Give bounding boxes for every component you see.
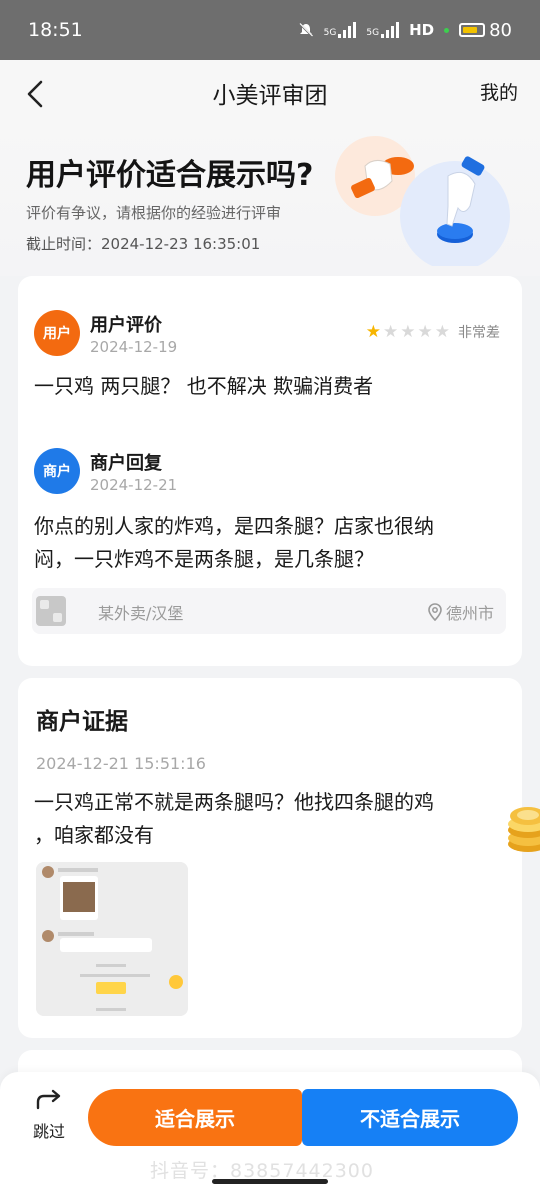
hd-indicator: HD: [409, 21, 435, 39]
merchant-avatar-label: 商户: [43, 464, 71, 480]
user-review-label: 用户评价: [90, 315, 162, 336]
store-city: 德州市: [445, 604, 494, 623]
chat-screenshot-thumbnail: [36, 862, 188, 1016]
dot-indicator: [444, 27, 450, 33]
question-title: 用户评价适合展示吗?: [26, 158, 314, 193]
status-icons: 5G 5G HD 80: [298, 20, 512, 41]
evidence-text-line1: 一只鸡正常不就是两条腿吗？他找四条腿的鸡: [34, 790, 434, 814]
user-avatar-label: 用户: [43, 326, 71, 342]
user-review-text: 一只鸡 两只腿？ 也不解决 欺骗消费者: [34, 374, 374, 398]
location-pin-icon: [428, 603, 442, 621]
star-icon: ★: [383, 321, 399, 342]
bottom-action-bar: 跳过 适合展示 不适合展示 抖音号：83857442300: [0, 1072, 540, 1188]
mine-link[interactable]: 我的: [480, 78, 518, 105]
deadline-text: 截止时间：2024-12-23 16:35:01: [26, 235, 261, 253]
user-avatar: 用户: [34, 310, 80, 356]
star-icon: ★: [417, 321, 433, 342]
signal-2-icon: 5G: [366, 22, 400, 38]
review-card: 用户 用户评价 2024-12-19 ★ ★ ★ ★ ★ 非常差 一只鸡 两只腿…: [18, 276, 522, 666]
status-time: 18:51: [28, 19, 83, 41]
merchant-reply-text-line1: 你点的别人家的炸鸡，是四条腿？店家也很纳: [34, 514, 434, 538]
evidence-text-line2: ，咱家都没有: [34, 823, 154, 847]
chevron-left-icon: [27, 80, 43, 108]
store-thumbnail: [36, 596, 66, 626]
rating-stars: ★ ★ ★ ★ ★ 非常差: [366, 322, 500, 342]
star-icon: ★: [434, 321, 450, 342]
back-button[interactable]: [16, 74, 56, 114]
evidence-card: 商户证据 2024-12-21 15:51:16 一只鸡正常不就是两条腿吗？他找…: [18, 678, 522, 1038]
status-bar: 18:51 5G 5G HD 80: [0, 0, 540, 60]
coin-stack-icon[interactable]: [502, 800, 540, 856]
unsuitable-button[interactable]: 不适合展示: [302, 1089, 518, 1146]
redo-arrow-icon: [36, 1089, 61, 1110]
merchant-reply-label: 商户回复: [90, 453, 162, 474]
page-title: 小美评审团: [212, 83, 328, 109]
vote-hands-illustration: [335, 136, 510, 266]
rating-label: 非常差: [458, 325, 500, 341]
evidence-title: 商户证据: [36, 709, 128, 735]
evidence-time: 2024-12-21 15:51:16: [36, 754, 206, 773]
skip-button[interactable]: 跳过: [24, 1088, 74, 1148]
store-location: 德州市: [428, 600, 494, 624]
battery-level: 80: [489, 19, 512, 41]
user-review-date: 2024-12-19: [90, 338, 178, 356]
star-icon: ★: [400, 321, 416, 342]
store-info[interactable]: 某外卖/汉堡 德州市: [32, 588, 506, 634]
suitable-button[interactable]: 适合展示: [88, 1089, 302, 1146]
suitable-label: 适合展示: [155, 1107, 235, 1131]
signal-1-icon: 5G: [324, 22, 357, 38]
home-indicator[interactable]: [212, 1179, 328, 1184]
skip-label: 跳过: [32, 1122, 65, 1141]
nav-bar: 小美评审团 我的: [0, 60, 540, 126]
question-subtitle: 评价有争议，请根据你的经验进行评审: [26, 204, 282, 222]
battery-icon: 80: [459, 20, 512, 41]
merchant-reply-date: 2024-12-21: [90, 476, 178, 494]
unsuitable-label: 不适合展示: [360, 1107, 460, 1131]
hero-section: 用户评价适合展示吗? 评价有争议，请根据你的经验进行评审 截止时间：2024-1…: [0, 126, 540, 276]
evidence-screenshot[interactable]: [36, 862, 188, 1016]
store-name: 某外卖/汉堡: [98, 604, 184, 623]
merchant-avatar: 商户: [34, 448, 80, 494]
star-icon: ★: [365, 321, 381, 342]
merchant-reply-text-line2: 闷，一只炸鸡不是两条腿，是几条腿？: [34, 547, 374, 571]
mute-icon: [298, 23, 313, 37]
